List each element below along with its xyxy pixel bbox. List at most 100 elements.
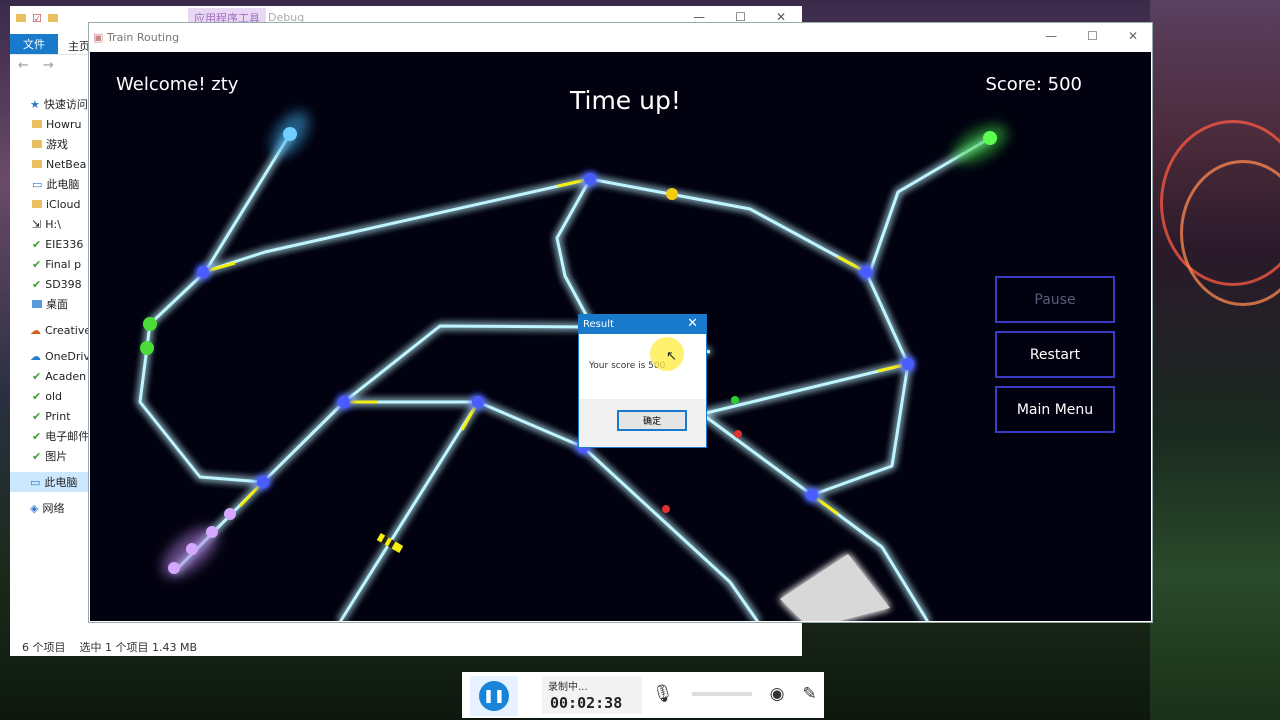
cloud-icon: ☁ [30,323,41,337]
computer-icon: ▭ [32,177,43,191]
sidebar-item-onedrive[interactable]: ☁OneDrive [10,346,90,366]
check-icon: ✔ [32,449,42,463]
pause-recording-button[interactable]: ❚❚ [470,676,518,716]
track [202,177,591,274]
ribbon-tab-file[interactable]: 文件 [10,34,58,54]
maximize-icon[interactable]: ☐ [1087,29,1098,43]
main-menu-button[interactable]: Main Menu [995,386,1115,433]
tracks [138,133,991,621]
junction-node [902,358,914,370]
junction-nodes [197,173,914,501]
folder-icon [32,160,42,168]
welcome-text: Welcome! zty [116,74,239,95]
sidebar-item-this-pc[interactable]: ▭ 此电脑 [10,472,90,492]
dialog-titlebar: Result ✕ [579,315,706,334]
folder-icon [32,200,42,208]
track [555,178,592,323]
track [701,362,909,416]
train-red [734,430,742,438]
screen-recorder-toolbar: ❚❚ 录制中... 00:02:38 🎙 ◉ ✎ [462,672,824,718]
folder-icon [32,140,42,148]
window-title: Train Routing [107,31,180,44]
grey-block [780,554,890,621]
volume-slider[interactable] [691,692,752,696]
result-dialog[interactable]: Result ✕ Your score is 500 确定 [578,314,707,448]
selection-info: 选中 1 个项目 1.43 MB [79,641,198,654]
junction-node [472,396,484,408]
cloud-icon: ☁ [30,349,41,363]
app-icon: ▣ [93,31,104,44]
junction-node [806,489,818,501]
barrier [376,533,404,553]
sidebar-item[interactable]: ⇲ H:\ [10,214,90,234]
pointer-icon: ↖ [666,349,677,364]
sidebar-item[interactable]: Howru [10,114,90,134]
ok-button[interactable]: 确定 [617,410,687,431]
explorer-nav: ← → [18,58,54,73]
close-icon[interactable]: ✕ [687,316,698,331]
webcam-icon[interactable]: ◉ [770,684,785,704]
track [338,401,480,621]
sidebar-item[interactable]: ✔ Print [10,406,90,426]
sidebar-item[interactable]: ✔ 电子邮件 [10,426,90,446]
sidebar-item[interactable]: ✔ EIE336 [10,234,90,254]
sidebar-item[interactable]: NetBea [10,154,90,174]
sidebar-item-quick-access[interactable]: ★ 快速访问 [10,94,90,114]
train-red [662,505,670,513]
status-bar: 6 个项目 选中 1 个项目 1.43 MB [10,638,814,656]
minimize-icon[interactable]: — [1045,29,1057,43]
item-count: 6 个项目 [22,641,66,654]
navigation-pane: ★ 快速访问 Howru 游戏 NetBea ▭ 此电脑 iCloud ⇲ H:\ ✔… [10,94,90,518]
sidebar-item[interactable]: ✔ old [10,386,90,406]
sidebar-item[interactable]: ✔ Final p [10,254,90,274]
check-icon: ✔ [32,369,42,383]
restart-button[interactable]: Restart [995,331,1115,378]
drive-icon: ⇲ [32,217,42,231]
pause-button[interactable]: Pause [995,276,1115,323]
pen-icon[interactable]: ✎ [802,684,816,704]
track [138,133,292,484]
junction-node [584,173,596,185]
check-icon: ✔ [32,257,42,271]
ribbon-tab-home[interactable]: 主页 [68,38,90,54]
check-icon: ✔ [32,277,42,291]
sidebar-item[interactable]: ▭ 此电脑 [10,174,90,194]
station-green [953,124,1007,164]
window-titlebar: ▣ Train Routing — ☐ ✕ [89,23,1152,52]
sidebar-item[interactable]: iCloud [10,194,90,214]
time-up-text: Time up! [570,86,681,115]
junction-node [197,266,209,278]
sidebar-item[interactable]: 游戏 [10,134,90,154]
desktop-wallpaper [1150,0,1280,720]
sidebar-item[interactable]: 桌面 [10,294,90,314]
check-icon: ✔ [32,237,42,251]
junction-node [338,396,350,408]
track [701,412,813,497]
sidebar-item[interactable]: ✔ Acaden [10,366,90,386]
train-green [140,341,154,355]
sidebar-item-network[interactable]: ◈ 网络 [10,498,90,518]
check-icon: ✔ [32,429,42,443]
folder-icon [32,300,42,308]
microphone-icon[interactable]: 🎙 [652,684,674,704]
computer-icon: ▭ [30,475,41,489]
dialog-body: Your score is 500 [579,334,706,399]
window-controls: — ☐ ✕ [1045,29,1138,43]
check-icon: ✔ [32,389,42,403]
folder-icon [16,14,26,22]
sidebar-item[interactable]: ✔ 图片 [10,446,90,466]
folder-icon [47,14,58,22]
back-arrow-icon[interactable]: ← [18,58,29,73]
star-icon: ★ [30,97,40,111]
junction-node [860,266,872,278]
checkbox-icon: ☑ [32,11,42,25]
recording-status: 录制中... [548,682,588,693]
sidebar-item-creative[interactable]: ☁ Creative [10,320,90,340]
pause-icon: ❚❚ [479,681,509,711]
close-icon[interactable]: ✕ [1128,29,1138,43]
train-green [143,317,157,331]
score-text: Score: 500 [985,74,1082,95]
recording-timer: 00:02:38 [550,694,623,712]
sidebar-item[interactable]: ✔ SD398 [10,274,90,294]
forward-arrow-icon[interactable]: → [43,58,54,73]
